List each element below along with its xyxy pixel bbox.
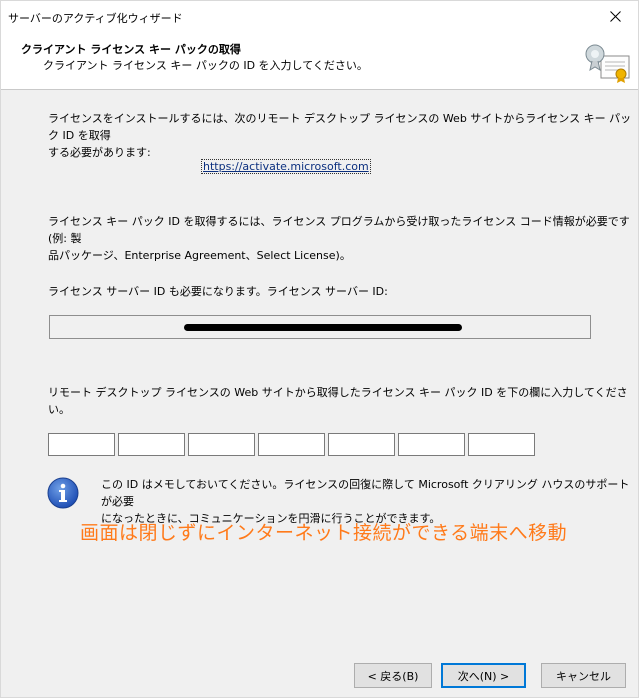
key-field-1[interactable] (48, 433, 115, 456)
key-field-4[interactable] (258, 433, 325, 456)
key-field-3[interactable] (188, 433, 255, 456)
page-subtitle: クライアント ライセンス キー パックの ID を入力してください。 (43, 59, 368, 72)
redaction-mark (184, 324, 462, 331)
intro-text: ライセンスをインストールするには、次のリモート デスクトップ ライセンスの We… (48, 110, 638, 161)
program-line-2: 品パッケージ、Enterprise Agreement、Select Licen… (48, 249, 351, 262)
info-line-1: この ID はメモしておいてください。ライセンスの回復に際して Microsof… (101, 478, 630, 508)
key-field-6[interactable] (398, 433, 465, 456)
wizard-content: ライセンスをインストールするには、次のリモート デスクトップ ライセンスの We… (1, 90, 638, 645)
program-text: ライセンス キー パック ID を取得するには、ライセンス プログラムから受け取… (48, 213, 638, 264)
key-field-7[interactable] (468, 433, 535, 456)
key-field-2[interactable] (118, 433, 185, 456)
back-button[interactable]: < 戻る(B) (354, 663, 432, 688)
wizard-header: クライアント ライセンス キー パックの取得 クライアント ライセンス キー パ… (1, 32, 638, 90)
page-title: クライアント ライセンス キー パックの取得 (21, 43, 241, 56)
key-field-5[interactable] (328, 433, 395, 456)
server-id-field[interactable] (49, 315, 591, 339)
title-bar: サーバーのアクティブ化ウィザード (1, 1, 638, 32)
program-line-1: ライセンス キー パック ID を取得するには、ライセンス プログラムから受け取… (48, 215, 630, 245)
certificate-icon (585, 44, 630, 83)
info-icon (47, 477, 79, 509)
annotation-text: 画面は閉じずにインターネット接続ができる端末へ移動 (80, 522, 568, 544)
activation-url-link[interactable]: https://activate.microsoft.com (201, 159, 371, 174)
close-button[interactable] (592, 1, 638, 32)
window-title: サーバーのアクティブ化ウィザード (8, 12, 183, 25)
intro-line-1: ライセンスをインストールするには、次のリモート デスクトップ ライセンスの We… (48, 112, 632, 142)
server-id-label: ライセンス サーバー ID も必要になります。ライセンス サーバー ID: (48, 285, 388, 298)
cancel-button[interactable]: キャンセル (541, 663, 626, 688)
wizard-window: サーバーのアクティブ化ウィザード クライアント ライセンス キー パックの取得 … (0, 0, 639, 698)
next-button[interactable]: 次へ(N) > (441, 663, 526, 688)
close-icon (609, 11, 621, 22)
enter-id-label: リモート デスクトップ ライセンスの Web サイトから取得したライセンス キー… (48, 386, 628, 416)
